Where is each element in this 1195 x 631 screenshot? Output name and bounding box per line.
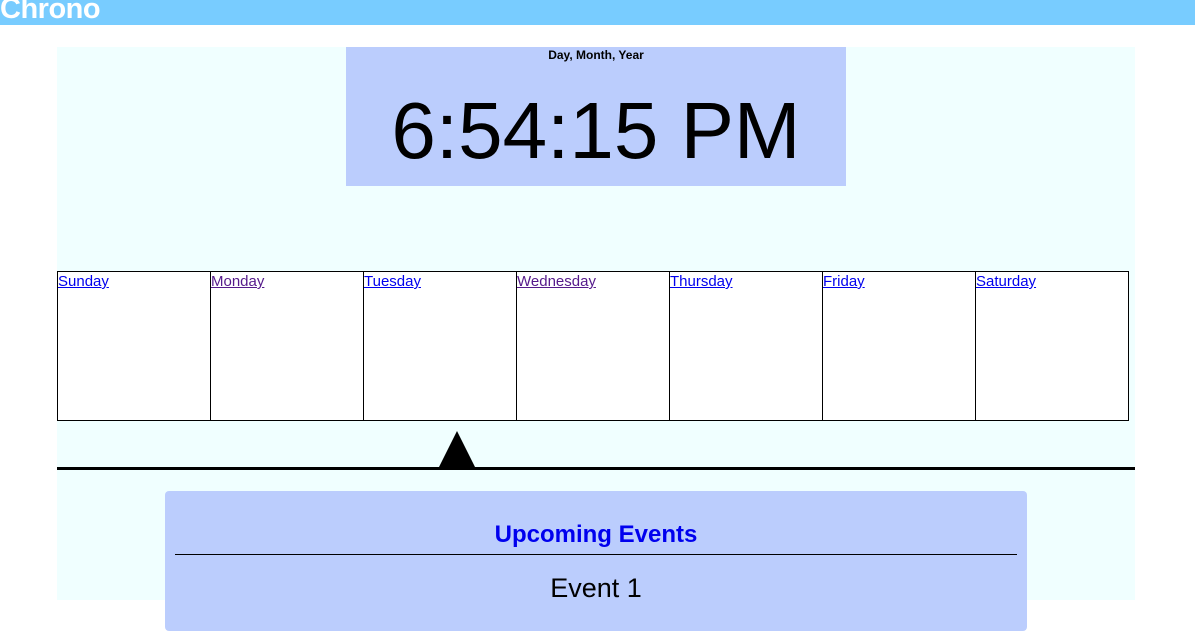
day-cell-sunday: Sunday — [57, 271, 211, 421]
day-link-sunday[interactable]: Sunday — [58, 273, 109, 290]
clock-panel: Day, Month, Year 6:54:15 PM — [346, 47, 846, 186]
day-link-tuesday[interactable]: Tuesday — [364, 273, 421, 290]
current-day-pointer-icon — [438, 431, 476, 469]
day-link-wednesday[interactable]: Wednesday — [517, 273, 596, 290]
event-item[interactable]: Event 1 — [165, 573, 1027, 604]
top-bar: Chrono — [0, 0, 1195, 25]
day-cell-thursday: Thursday — [669, 271, 823, 421]
brand-title: Chrono — [0, 0, 101, 25]
main-panel: Day, Month, Year 6:54:15 PM Sunday Monda… — [57, 47, 1135, 631]
week-calendar: Sunday Monday Tuesday Wednesday Thursday… — [57, 271, 1135, 421]
day-cell-monday: Monday — [210, 271, 364, 421]
events-divider — [175, 554, 1017, 555]
day-link-friday[interactable]: Friday — [823, 273, 865, 290]
events-title: Upcoming Events — [494, 521, 698, 548]
day-link-saturday[interactable]: Saturday — [976, 273, 1036, 290]
day-cell-saturday: Saturday — [975, 271, 1129, 421]
time-display: 6:54:15 PM — [391, 86, 801, 175]
upcoming-events-panel: Upcoming Events Event 1 — [165, 491, 1027, 631]
day-link-monday[interactable]: Monday — [211, 273, 264, 290]
day-cell-wednesday: Wednesday — [516, 271, 670, 421]
timeline-divider — [57, 467, 1135, 470]
day-cell-friday: Friday — [822, 271, 976, 421]
day-link-thursday[interactable]: Thursday — [670, 273, 733, 290]
date-label: Day, Month, Year — [548, 48, 644, 62]
day-cell-tuesday: Tuesday — [363, 271, 517, 421]
